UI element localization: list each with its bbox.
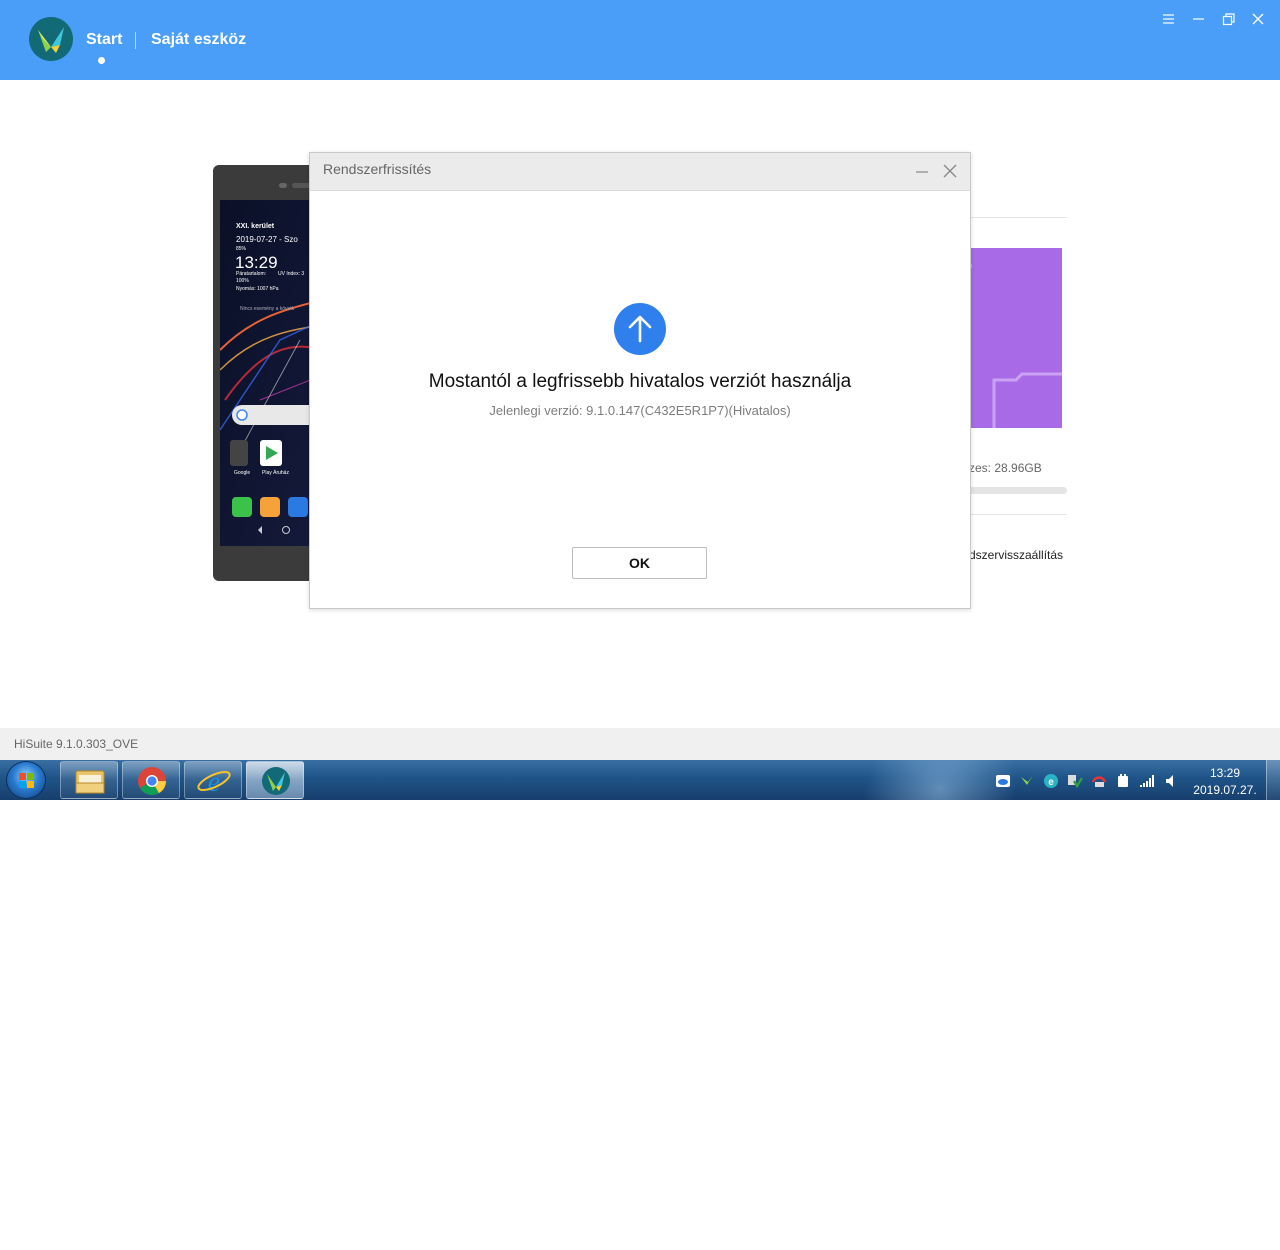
taskbar-explorer-button[interactable] xyxy=(60,761,118,799)
security-tray-icon[interactable] xyxy=(1067,773,1084,789)
phone-humidity-label: Páratartalom: xyxy=(236,271,267,277)
storage-bar xyxy=(968,487,1067,494)
hisuite-icon xyxy=(262,767,290,795)
nav-my-device-tab[interactable]: Saját eszköz xyxy=(151,31,246,49)
arrow-up-icon xyxy=(614,303,666,355)
hisuite-logo-icon xyxy=(29,17,73,61)
restore-icon[interactable] xyxy=(1218,9,1238,29)
hisuite-tray-icon[interactable] xyxy=(1019,773,1035,789)
volume-icon[interactable] xyxy=(1163,773,1179,789)
active-tab-indicator xyxy=(98,57,105,64)
hisuite-window: Start Saját eszköz XXI. kerület 2019-07-… xyxy=(0,0,1280,760)
folder-icon xyxy=(968,262,1062,428)
dialog-minimize-icon[interactable] xyxy=(914,163,930,179)
phone-date: 2019-07-27 - Szo xyxy=(236,235,298,244)
taskbar-clock-date[interactable]: 2019.07.27. xyxy=(1190,783,1260,797)
dialog-heading: Mostantól a legfrissebb hivatalos verzió… xyxy=(428,371,852,392)
dialog-close-icon[interactable] xyxy=(942,163,958,179)
minimize-icon[interactable] xyxy=(1188,9,1208,29)
phone-time: 13:29 xyxy=(235,253,278,272)
menu-icon[interactable] xyxy=(1158,9,1178,29)
nav-divider xyxy=(135,32,136,49)
ok-button[interactable]: OK xyxy=(572,547,707,579)
storage-text: zes: 28.96GB xyxy=(969,461,1042,475)
app-version-text: HiSuite 9.1.0.303_OVE xyxy=(14,737,139,751)
internet-explorer-icon: e xyxy=(197,767,231,798)
taskbar-ie-button[interactable]: e xyxy=(184,761,242,799)
phone-app-google: Google xyxy=(234,470,251,476)
status-footer: HiSuite 9.1.0.303_OVE xyxy=(0,728,1280,760)
taskbar-chrome-button[interactable] xyxy=(122,761,180,799)
file-manager-card[interactable] xyxy=(968,248,1062,428)
windows-taskbar: e e 13:29 2019.07.27. xyxy=(0,760,1280,800)
folder-icon xyxy=(75,770,105,794)
svg-text:e: e xyxy=(208,767,220,798)
close-window-icon[interactable] xyxy=(1248,9,1268,29)
phone-humidity: 100% xyxy=(236,278,249,284)
show-desktop-button[interactable] xyxy=(1266,760,1280,800)
svg-text:e: e xyxy=(1048,777,1054,788)
taskbar-clock-time[interactable]: 13:29 xyxy=(1200,766,1250,780)
phone-pressure: Nyomás: 1007 hPa xyxy=(236,286,279,292)
app-header: Start Saját eszköz xyxy=(0,0,1280,80)
system-update-dialog: Rendszerfrissítés Mostantól a legfrisseb… xyxy=(309,152,971,609)
network-signal-icon[interactable] xyxy=(1139,773,1155,789)
system-restore-link[interactable]: dszervisszaállítás xyxy=(969,548,1063,562)
nav-start-tab[interactable]: Start xyxy=(86,31,122,49)
current-version-text: Jelenlegi verzió: 9.1.0.147(C432E5R1P7)(… xyxy=(489,403,791,418)
divider xyxy=(968,514,1067,515)
chrome-icon xyxy=(138,767,166,795)
phone-app-play: Play Áruház xyxy=(262,470,289,476)
windows-logo-icon xyxy=(19,773,34,788)
start-button[interactable] xyxy=(6,761,46,799)
phone-no-events: Nincs esemény a követk xyxy=(240,306,295,312)
taskbar-hisuite-button[interactable] xyxy=(246,761,304,799)
taskbar-glow xyxy=(834,760,1046,800)
phone-camera xyxy=(279,183,287,188)
phone-preview: XXI. kerület 2019-07-27 - Szo 85% 13:29 … xyxy=(213,165,323,581)
divider xyxy=(968,217,1067,218)
phone-screen: XXI. kerület 2019-07-27 - Szo 85% 13:29 … xyxy=(220,200,323,546)
phone-battery: 85% xyxy=(236,246,247,252)
antivirus-tray-icon[interactable] xyxy=(1091,773,1107,789)
phone-uv: UV Index: 3 xyxy=(278,271,305,277)
dialog-title-bar: Rendszerfrissítés xyxy=(310,153,970,191)
onedrive-tray-icon[interactable] xyxy=(995,773,1011,789)
phone-location: XXI. kerület xyxy=(236,223,275,230)
device-tray-icon[interactable] xyxy=(1115,773,1131,789)
edge-tray-icon[interactable]: e xyxy=(1043,773,1059,789)
dialog-title: Rendszerfrissítés xyxy=(323,161,432,177)
